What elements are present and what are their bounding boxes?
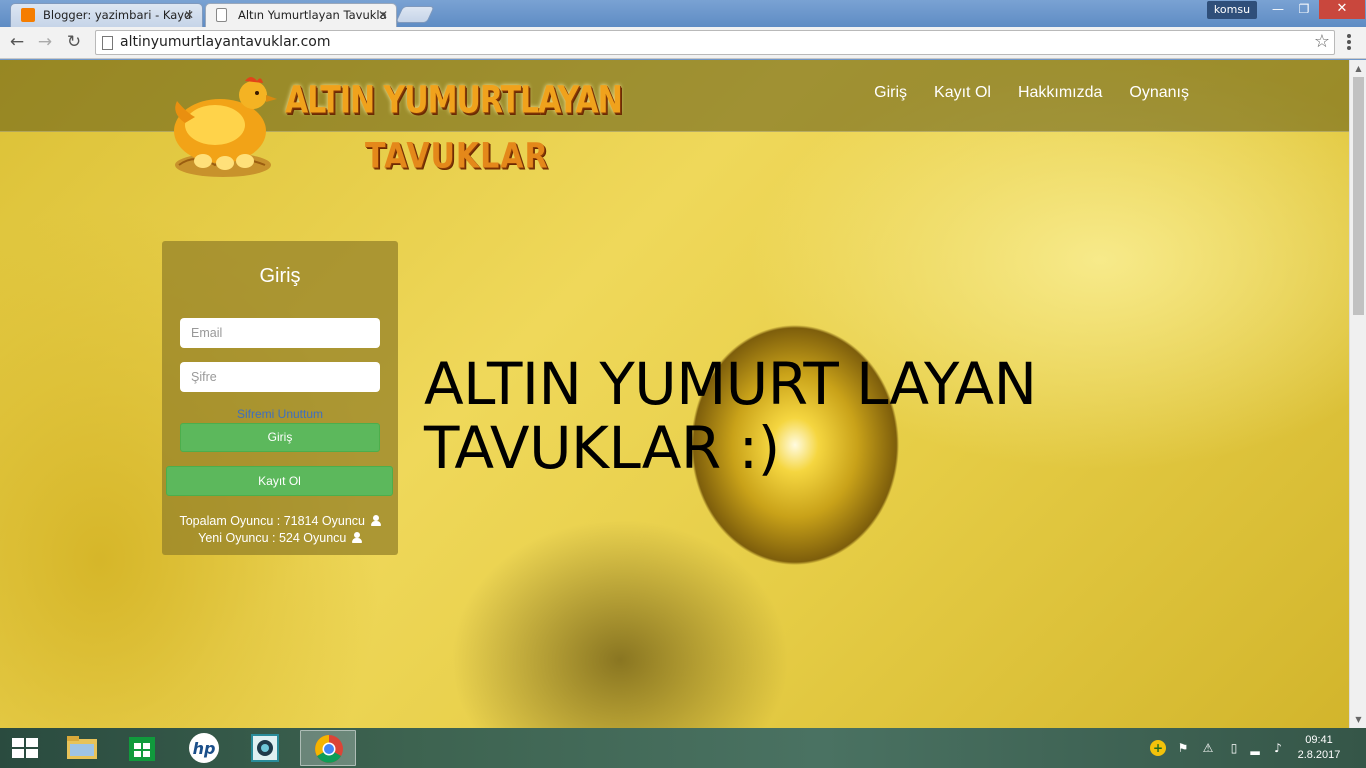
signal-icon[interactable]: ▂ — [1247, 740, 1263, 756]
battery-icon[interactable]: ▯ — [1226, 740, 1242, 756]
page-viewport: ALTIN YUMURTLAYAN TAVUKLAR Giriş Kayıt O… — [0, 60, 1349, 728]
golden-hen-icon — [174, 77, 277, 177]
profile-button[interactable]: komsu — [1207, 1, 1257, 19]
forward-arrow-icon[interactable]: → — [33, 31, 57, 55]
notification-plus-icon[interactable]: + — [1150, 740, 1166, 756]
back-arrow-icon[interactable]: ← — [5, 31, 29, 55]
logo-text-line2: TAVUKLAR — [365, 136, 549, 177]
clock-time: 09:41 — [1305, 734, 1333, 746]
network-warning-icon[interactable]: ⚠ — [1200, 740, 1216, 756]
total-players-stat: Topalam Oyuncu : 71814 Oyuncu — [162, 514, 398, 528]
flag-icon[interactable]: ⚑ — [1175, 740, 1191, 756]
reload-icon[interactable]: ↻ — [62, 31, 86, 55]
scrollbar-thumb[interactable] — [1353, 77, 1364, 315]
system-clock[interactable]: 09:41 2.8.2017 — [1296, 733, 1342, 763]
windows-taskbar: hp + ⚑ ⚠ ▯ ▂ ♪ 09:41 2.8.2017 — [0, 728, 1366, 768]
new-players-text: Yeni Oyuncu : 524 Oyuncu — [198, 531, 347, 545]
new-tab-button[interactable] — [395, 6, 435, 23]
nav-kayit-ol[interactable]: Kayıt Ol — [934, 84, 991, 102]
camera-app-icon[interactable] — [237, 730, 293, 766]
password-input[interactable] — [180, 362, 380, 392]
page-scrollbar[interactable]: ▲ ▼ — [1349, 60, 1366, 728]
tab-strip: Blogger: yazimbari - Kayd ✕ Altın Yumurt… — [0, 0, 1366, 27]
hp-icon[interactable]: hp — [176, 730, 232, 766]
nav-hakkimizda[interactable]: Hakkımızda — [1018, 84, 1102, 102]
window-close-button[interactable]: ✕ — [1319, 0, 1365, 19]
address-bar[interactable]: altinyumurtlayantavuklar.com ☆ — [95, 30, 1335, 55]
total-players-text: Topalam Oyuncu : 71814 Oyuncu — [179, 514, 366, 528]
close-icon[interactable]: ✕ — [378, 4, 388, 26]
login-panel: Giriş Sifremi Unuttum Giriş Kayıt Ol Top… — [162, 241, 398, 555]
close-icon[interactable]: ✕ — [184, 4, 194, 26]
restore-button[interactable]: ❐ — [1291, 0, 1317, 19]
file-explorer-icon[interactable] — [54, 730, 110, 766]
page-icon — [216, 8, 227, 22]
tab-title: Blogger: yazimbari - Kayd — [43, 8, 192, 22]
scroll-up-arrow-icon[interactable]: ▲ — [1350, 60, 1366, 77]
chrome-taskbar-icon[interactable] — [300, 730, 356, 766]
bookmark-star-icon[interactable]: ☆ — [1314, 31, 1330, 53]
chrome-menu-icon[interactable] — [1341, 33, 1357, 51]
nav-giris[interactable]: Giriş — [874, 84, 907, 102]
register-button[interactable]: Kayıt Ol — [166, 466, 393, 496]
scroll-down-arrow-icon[interactable]: ▼ — [1350, 711, 1366, 728]
svg-text:hp: hp — [193, 739, 216, 758]
user-icon — [370, 515, 381, 526]
logo-text-line1: ALTIN YUMURTLAYAN — [285, 78, 623, 123]
store-icon[interactable] — [114, 730, 170, 766]
windows-start-icon[interactable] — [12, 738, 38, 758]
volume-muted-icon[interactable]: ♪ — [1270, 740, 1286, 756]
tab-altin[interactable]: Altın Yumurtlayan Tavukla ✕ — [205, 3, 397, 27]
tab-title: Altın Yumurtlayan Tavukla — [238, 8, 387, 22]
new-players-stat: Yeni Oyuncu : 524 Oyuncu — [162, 531, 398, 545]
page-icon — [102, 36, 113, 50]
email-input[interactable] — [180, 318, 380, 348]
url-text[interactable]: altinyumurtlayantavuklar.com — [120, 33, 330, 52]
browser-toolbar: ← → ↻ altinyumurtlayantavuklar.com ☆ — [0, 27, 1366, 59]
user-icon — [351, 532, 362, 543]
login-button[interactable]: Giriş — [180, 423, 380, 452]
clock-date: 2.8.2017 — [1297, 749, 1341, 761]
blogger-icon — [21, 8, 35, 22]
tab-blogger[interactable]: Blogger: yazimbari - Kayd ✕ — [10, 3, 203, 27]
forgot-password-link[interactable]: Sifremi Unuttum — [162, 407, 398, 421]
site-logo[interactable]: ALTIN YUMURTLAYAN TAVUKLAR — [165, 73, 623, 183]
login-title: Giriş — [259, 265, 301, 287]
nav-oynanis[interactable]: Oynanış — [1129, 84, 1189, 102]
hero-heading: ALTIN YUMURT LAYAN TAVUKLAR :) — [424, 350, 1037, 482]
minimize-button[interactable]: — — [1265, 0, 1291, 19]
top-navigation: Giriş Kayıt Ol Hakkımızda Oynanış — [874, 84, 1189, 102]
